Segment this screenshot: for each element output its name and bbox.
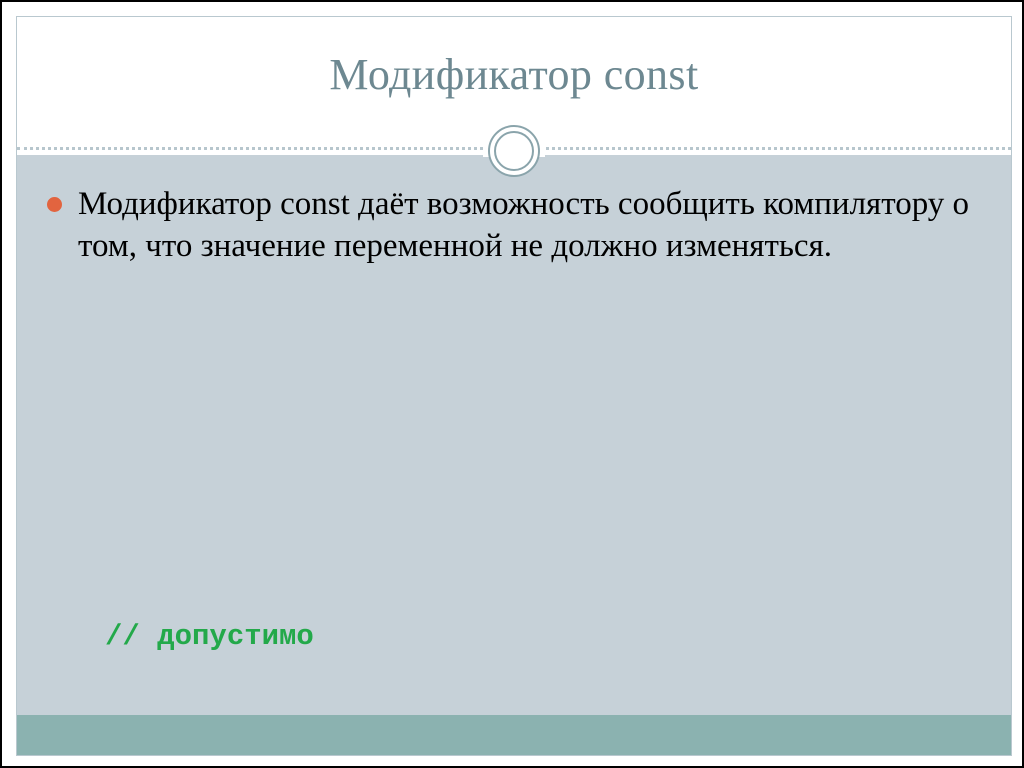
slide-footer-band: [17, 715, 1011, 755]
slide: Модификатор const Модификатор const даёт…: [16, 16, 1012, 756]
page-title: Модификатор const: [329, 50, 699, 99]
bullet-dot-icon: [47, 197, 62, 212]
bullet-item-text: Модификатор const даёт возможность сообщ…: [78, 186, 970, 264]
page-frame: Модификатор const Модификатор const даёт…: [0, 0, 1024, 768]
slide-body: Модификатор const даёт возможность сообщ…: [17, 155, 1011, 717]
bullet-item: Модификатор const даёт возможность сообщ…: [17, 183, 1011, 267]
code-area: // допустимо int i = 0; i += 2; // недоп…: [105, 367, 925, 755]
circle-ornament-icon: [488, 125, 540, 177]
code-line: // допустимо: [105, 612, 925, 661]
code-token-comment: // допустимо: [105, 620, 314, 653]
